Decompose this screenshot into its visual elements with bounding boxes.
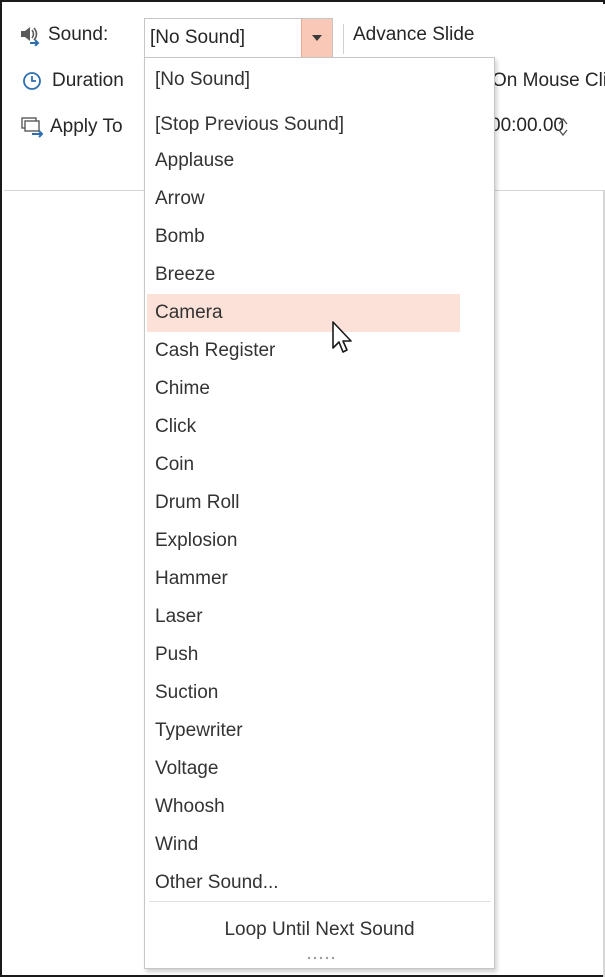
speaker-icon xyxy=(18,24,42,47)
sound-option[interactable]: Suction xyxy=(147,674,460,712)
duration-row: Duration xyxy=(22,70,124,92)
sound-label: Sound: xyxy=(48,24,109,45)
sound-option[interactable]: [Stop Previous Sound] xyxy=(147,106,460,144)
sound-option[interactable]: Wind xyxy=(147,826,460,864)
sound-option[interactable]: Arrow xyxy=(147,180,460,218)
sound-option[interactable]: Whoosh xyxy=(147,788,460,826)
resize-grip[interactable] xyxy=(306,956,336,960)
apply-to-all-icon xyxy=(20,116,44,138)
mouse-pointer-icon xyxy=(332,321,352,353)
sound-dropdown-list[interactable]: [No Sound] [Stop Previous Sound] Applaus… xyxy=(144,57,495,969)
after-time-spinner[interactable] xyxy=(555,112,571,142)
sound-option[interactable]: Typewriter xyxy=(147,712,460,750)
sound-option[interactable]: Breeze xyxy=(147,256,460,294)
advance-slide-group: Advance Slide xyxy=(353,24,474,46)
chevron-down-icon xyxy=(312,35,322,41)
apply-to-all-label: Apply To xyxy=(50,116,123,137)
apply-to-all-button[interactable]: Apply To xyxy=(20,116,123,138)
sound-option[interactable]: Chime xyxy=(147,370,460,408)
sound-option[interactable]: Applause xyxy=(147,142,460,180)
after-time-value[interactable]: 00:00.00 xyxy=(490,115,564,137)
sound-option[interactable]: Cash Register xyxy=(147,332,460,370)
sound-option[interactable]: Click xyxy=(147,408,460,446)
on-mouse-click-label: On Mouse Click xyxy=(492,70,605,91)
other-sound-option[interactable]: Other Sound... xyxy=(147,864,460,902)
sound-combo-value[interactable]: [No Sound] xyxy=(145,27,301,49)
sound-combobox[interactable]: [No Sound] xyxy=(144,18,333,58)
sound-option[interactable]: Hammer xyxy=(147,560,460,598)
sound-option[interactable]: Explosion xyxy=(147,522,460,560)
sound-dropdown-button[interactable] xyxy=(301,19,332,57)
sound-option[interactable]: Coin xyxy=(147,446,460,484)
sound-row: Sound: xyxy=(18,24,109,47)
sound-option[interactable]: [No Sound] xyxy=(147,61,460,99)
sound-option[interactable]: Voltage xyxy=(147,750,460,788)
duration-label: Duration xyxy=(52,70,124,91)
dropdown-separator xyxy=(149,901,491,902)
group-divider xyxy=(343,24,344,54)
sound-option[interactable]: Laser xyxy=(147,598,460,636)
sound-option[interactable]: Drum Roll xyxy=(147,484,460,522)
sound-option[interactable]: Bomb xyxy=(147,218,460,256)
on-mouse-click-option[interactable]: On Mouse Click xyxy=(492,70,605,92)
sound-option-hovered[interactable]: Camera xyxy=(147,294,460,332)
sound-option[interactable]: Push xyxy=(147,636,460,674)
advance-slide-label: Advance Slide xyxy=(353,24,475,45)
clock-icon xyxy=(22,70,46,92)
loop-until-next-sound-option[interactable]: Loop Until Next Sound xyxy=(145,912,494,948)
spinner-arrows-icon[interactable] xyxy=(558,116,568,138)
